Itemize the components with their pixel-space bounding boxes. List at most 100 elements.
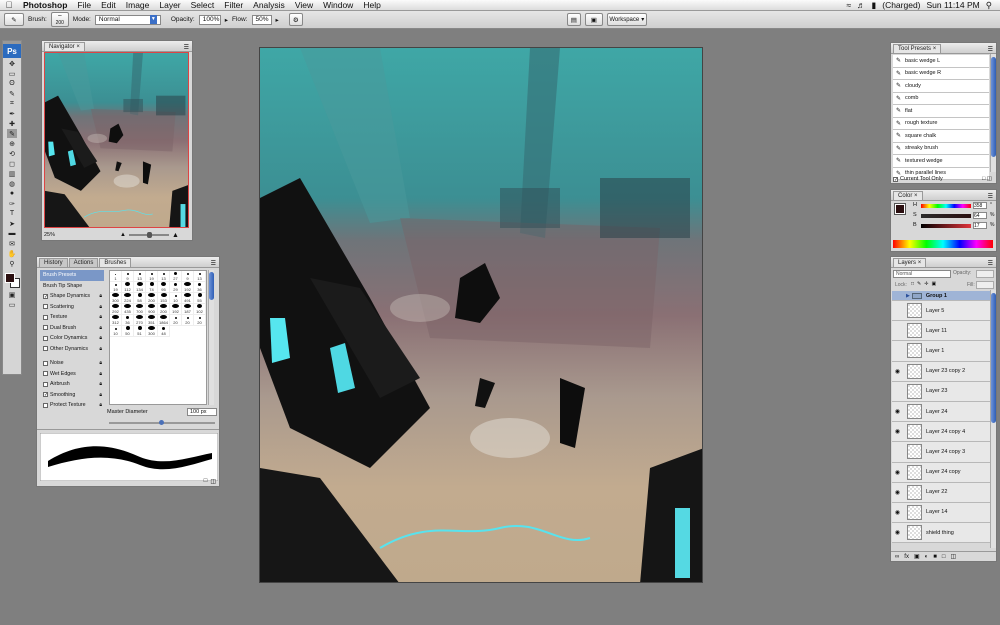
menu-file[interactable]: File [72,0,96,11]
lock-icon[interactable]: 🔒︎ [99,325,102,331]
menu-window[interactable]: Window [318,0,358,11]
brush-preset[interactable]: 312 [110,315,122,326]
tab-tool-presets[interactable]: Tool Presets × [893,44,942,53]
layers-fill-field[interactable] [976,281,994,289]
zoom-slider[interactable] [128,232,169,238]
brush-preset[interactable]: 19 [110,282,122,293]
brush-preset[interactable]: 48 [158,326,170,337]
layer-row[interactable]: Layer 24 copy 3 [892,442,990,463]
brush-option-item[interactable]: Brush Tip Shape [40,281,104,292]
layer-style-icon[interactable]: fx [904,554,909,560]
tool-presets-scroll-thumb[interactable] [991,57,996,157]
s-value[interactable]: 64 [973,212,987,219]
brush-preset[interactable]: 270 [134,315,146,326]
brush-option-checkbox[interactable] [43,402,48,408]
brush-preset[interactable]: 58 [134,293,146,304]
layers-opacity-field[interactable] [976,270,994,278]
lock-icon[interactable]: 🔒︎ [99,304,102,310]
new-preset-icon[interactable]: □ ◫ [982,176,998,182]
brush-preset[interactable]: 95 [158,282,170,293]
saturation-slider[interactable] [921,214,971,218]
mode-select[interactable]: Normal ▼ [94,14,161,25]
zoom-slider-thumb[interactable] [146,232,152,238]
brush-option-item[interactable]: ✓ Shape Dynamics 🔒︎ [40,291,104,302]
brush-preset[interactable]: 224 [122,293,134,304]
blend-mode-select[interactable]: Normal [893,270,951,278]
brush-option-checkbox[interactable] [43,381,48,387]
brush-preset[interactable]: 102 [194,304,206,315]
zoom-tool-icon[interactable]: ⚲ [7,259,17,268]
brush-preset[interactable]: 351 [146,315,158,326]
tool-preset-item[interactable]: ✎ flat [893,105,989,118]
close-icon[interactable]: × [933,46,937,52]
visibility-eye-icon[interactable]: ◉ [892,408,903,415]
brush-option-checkbox[interactable] [43,360,48,366]
tool-preset-item[interactable]: ✎ rough texture [893,117,989,130]
tab-color[interactable]: Color × [893,191,923,200]
brush-option-checkbox[interactable]: ✓ [43,293,48,299]
layers-scroll-thumb[interactable] [991,293,996,423]
brush-preset[interactable]: 900 [146,304,158,315]
close-icon[interactable]: × [76,44,80,50]
eyedropper-tool-icon[interactable]: ✒ [7,109,17,118]
brush-preset[interactable]: 19 [146,271,158,282]
brush-preset[interactable]: 700 [134,304,146,315]
zoom-in-icon[interactable]: ▲ [172,232,179,239]
tab-navigator[interactable]: Navigator × [44,42,85,51]
layer-row[interactable]: ◉ Layer 24 copy [892,462,990,483]
battery-icon[interactable]: ▮ [872,0,877,11]
visibility-eye-icon[interactable]: ◉ [892,529,903,536]
lock-image-icon[interactable]: ✎ [917,281,921,287]
type-tool-icon[interactable]: T [7,209,17,218]
tool-preset-item[interactable]: ✎ textured wedge [893,155,989,168]
h-value[interactable]: 358 [973,202,987,209]
hand-tool-icon[interactable]: ✋ [7,249,17,258]
lock-all-icon[interactable]: ▣ [931,281,936,287]
flow-field[interactable]: 50% [251,14,272,25]
tab-history[interactable]: History [39,258,68,267]
navigator-thumbnail[interactable] [44,52,189,228]
diameter-slider-thumb[interactable] [159,420,164,425]
lock-icon[interactable]: 🔒︎ [99,392,102,398]
flow-arrow-icon[interactable]: ▸ [276,16,279,24]
blur-tool-icon[interactable]: ◍ [7,179,17,188]
visibility-eye-icon[interactable]: ◉ [892,368,903,375]
rectangle-tool-icon[interactable]: ▬ [7,229,17,238]
brush-tool-preset-icon[interactable]: ✎ [4,13,24,26]
opacity-arrow-icon[interactable]: ▸ [225,16,228,24]
lock-transparent-icon[interactable]: □ [911,281,914,287]
tool-preset-item[interactable]: ✎ square chalk [893,130,989,143]
foreground-color-swatch[interactable] [5,273,15,283]
healing-brush-tool-icon[interactable]: ✚ [7,119,17,128]
trash-icon[interactable]: ◫ [210,478,216,485]
battery-status[interactable]: (Charged) [882,0,920,10]
layers-scrollbar[interactable] [990,290,996,548]
brush-option-item[interactable]: Scattering 🔒︎ [40,302,104,313]
apple-icon[interactable]:  [0,0,18,10]
brush-preset[interactable]: 200 [146,293,158,304]
marquee-tool-icon[interactable]: ▭ [7,69,17,78]
brush-preset[interactable]: 13 [158,271,170,282]
group-expand-icon[interactable]: ▶ [906,293,910,299]
color-panel-foreground-swatch[interactable] [894,203,906,215]
layer-row[interactable]: Layer 1 [892,341,990,362]
brush-preset[interactable]: 192 [170,304,182,315]
menu-analysis[interactable]: Analysis [248,0,290,11]
brush-option-item[interactable]: Protect Texture 🔒︎ [40,400,104,411]
adjustment-layer-icon[interactable]: ◐ [925,554,929,560]
brush-preset[interactable]: 192 [182,282,194,293]
brush-option-item[interactable]: Wet Edges 🔒︎ [40,369,104,380]
gradient-tool-icon[interactable]: ▥ [7,169,17,178]
dodge-tool-icon[interactable]: ● [7,189,17,198]
brush-picker[interactable]: ~ 200 [50,12,69,27]
brush-option-item[interactable]: Color Dynamics 🔒︎ [40,333,104,344]
brush-option-item[interactable]: Texture 🔒︎ [40,312,104,323]
layer-row[interactable]: ◉ Layer 23 copy 2 [892,361,990,382]
menu-edit[interactable]: Edit [96,0,121,11]
layer-row[interactable]: ◉ Layer 24 [892,401,990,423]
menu-view[interactable]: View [290,0,318,11]
brush-preset[interactable]: 200 [158,304,170,315]
link-layers-icon[interactable]: ∞ [895,554,899,560]
brush-preset[interactable]: 10 [170,293,182,304]
brush-option-checkbox[interactable] [43,335,48,341]
